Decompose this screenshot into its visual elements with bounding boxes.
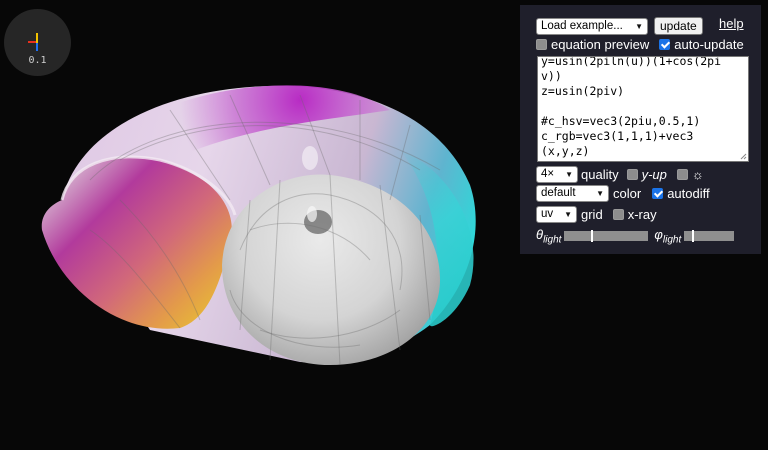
example-select[interactable]: Load example... ▼ [536,17,648,35]
light-toggle-checkbox[interactable] [676,169,688,180]
equation-preview-label: equation preview [551,37,650,52]
auto-update-label: auto-update [674,37,744,52]
resize-grip-icon[interactable] [739,152,747,160]
editor-line: #c_hsv=vec3(2piu,0.5,1) [541,114,701,128]
editor-line: y=usin(2piln(u))(1+cos(2pi [541,56,722,68]
phi-light-label: φlight [654,227,682,246]
grid-select-value: uv [541,208,554,220]
quality-select[interactable]: 4× ▼ [536,166,578,183]
auto-update-checkbox[interactable] [659,39,671,50]
editor-line: (x,y,z) [541,144,590,158]
grid-label: grid [581,207,603,222]
y-up-label: y-up [641,167,667,182]
autodiff-checkbox[interactable] [652,188,664,199]
slider-thumb[interactable] [692,230,695,243]
chevron-down-icon: ▼ [564,210,572,219]
quality-select-value: 4× [541,168,555,180]
example-select-value: Load example... [541,19,623,32]
help-link[interactable]: help [719,16,744,31]
quality-label: quality [581,167,619,182]
chevron-down-icon: ▼ [596,189,604,198]
sun-icon: ☼ [691,167,704,182]
color-select[interactable]: default ▼ [536,185,609,202]
editor-line: v)) [541,69,562,83]
theta-light-slider[interactable] [564,230,649,243]
grid-select[interactable]: uv ▼ [536,206,577,223]
autodiff-label: autodiff [667,186,710,201]
chevron-down-icon: ▼ [635,21,643,31]
chevron-down-icon: ▼ [565,170,573,179]
update-button[interactable]: update [654,17,703,35]
axis-gizmo[interactable]: 0.1 [4,9,71,76]
equation-preview-checkbox[interactable] [536,39,547,50]
xray-label: x-ray [627,207,657,222]
color-select-value: default [541,187,576,199]
phi-light-slider[interactable] [684,230,735,243]
color-label: color [613,186,642,201]
editor-line: z=usin(2piv) [541,84,625,98]
control-panel: Load example... ▼ update help equation p… [520,5,761,254]
scale-label: 0.1 [28,55,47,66]
xray-checkbox[interactable] [612,209,624,220]
slider-thumb[interactable] [591,230,594,243]
y-up-checkbox[interactable] [626,169,638,180]
equation-editor[interactable]: y=usin(2piln(u))(1+cos(2pi v)) z=usin(2piv… [537,56,749,162]
theta-light-label: θlight [536,227,562,246]
editor-line: c_rgb=vec3(1,1,1)+vec3 [541,129,694,143]
